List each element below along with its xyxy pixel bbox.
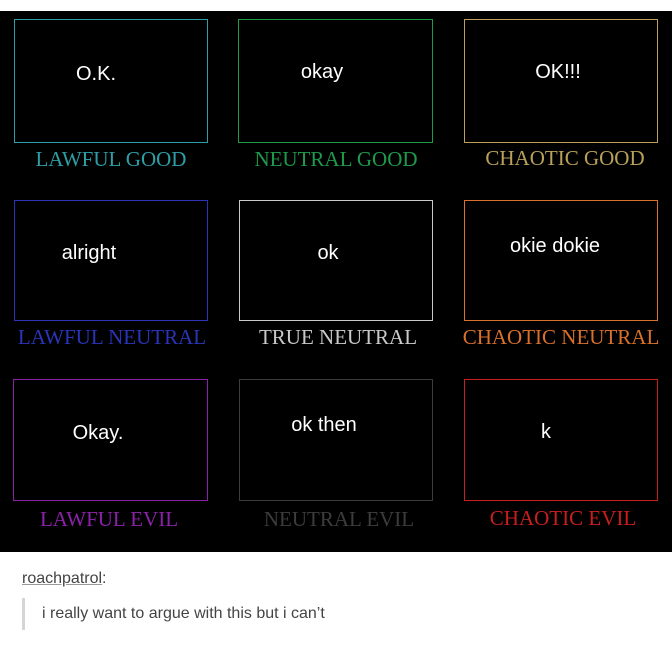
cell-word-chaotic-good: OK!!! [535, 61, 581, 83]
cell-label-lawful-good: LAWFUL GOOD [35, 147, 187, 171]
cell-word-chaotic-neutral: okie dokie [509, 235, 601, 257]
cell-word-lawful-evil: Okay. [72, 422, 124, 444]
cell-label-neutral-evil: NEUTRAL EVIL [263, 507, 415, 531]
cell-word-neutral-evil: ok then [291, 414, 357, 436]
cell-label-lawful-neutral: LAWFUL NEUTRAL [17, 325, 207, 349]
post-attribution: roachpatrol: [22, 570, 107, 588]
username-suffix: : [102, 570, 107, 587]
cell-label-chaotic-evil: CHAOTIC EVIL [489, 506, 637, 530]
cell-label-lawful-evil: LAWFUL EVIL [39, 507, 179, 531]
username-link[interactable]: roachpatrol [22, 570, 102, 587]
alignment-chart: O.K. LAWFUL GOOD okay NEUTRAL GOOD OK!!!… [0, 11, 672, 552]
quoted-comment: i really want to argue with this but i c… [22, 598, 325, 630]
cell-word-chaotic-evil: k [541, 421, 551, 443]
cell-word-true-neutral: ok [317, 242, 339, 264]
cell-word-neutral-good: okay [300, 61, 344, 83]
cell-label-chaotic-neutral: CHAOTIC NEUTRAL [462, 325, 660, 349]
cell-label-true-neutral: TRUE NEUTRAL [258, 325, 418, 349]
cell-label-chaotic-good: CHAOTIC GOOD [485, 146, 645, 170]
cell-label-neutral-good: NEUTRAL GOOD [254, 147, 418, 171]
cell-box-chaotic-neutral [464, 200, 658, 321]
cell-word-lawful-neutral: alright [61, 242, 117, 264]
cell-box-chaotic-evil [464, 379, 658, 501]
cell-box-neutral-evil [239, 379, 433, 501]
cell-word-lawful-good: O.K. [75, 63, 117, 85]
